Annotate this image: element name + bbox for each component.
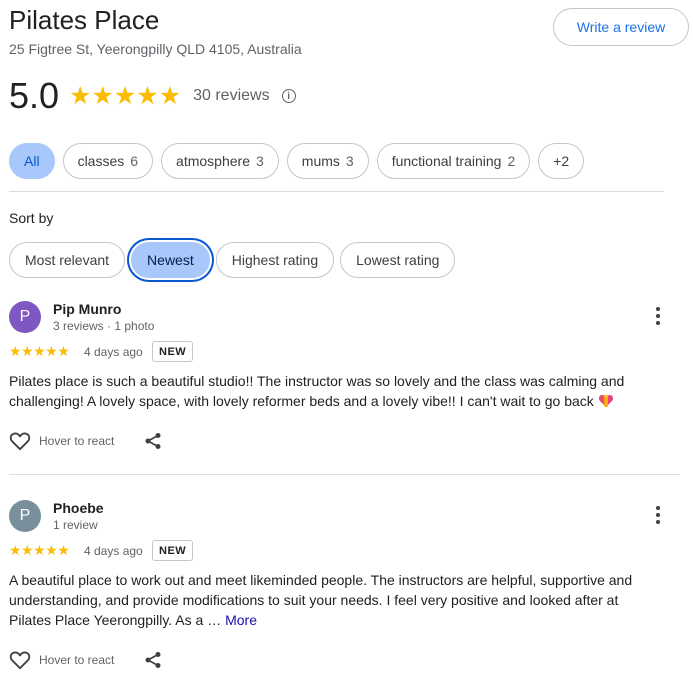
avatar[interactable]: P <box>9 500 41 532</box>
average-rating: 5.0 <box>9 75 60 116</box>
review-text: A beautiful place to work out and meet l… <box>9 570 649 630</box>
sort-newest-button[interactable]: Newest <box>131 242 210 278</box>
topic-chip-count: 6 <box>130 153 139 169</box>
topic-chip-atmosphere[interactable]: atmosphere 3 <box>161 143 279 179</box>
place-title: Pilates Place <box>9 5 160 35</box>
sort-lowest-rating-button[interactable]: Lowest rating <box>340 242 456 278</box>
info-icon[interactable]: i <box>281 89 296 103</box>
reviewer-meta: 1 review <box>53 518 98 532</box>
rating-stars: ★★★★★ <box>69 82 182 110</box>
topic-chip-label: +2 <box>553 153 570 169</box>
heart-gift-emoji-icon <box>598 395 613 407</box>
topic-chips: All classes 6 atmosphere 3 mums 3 functi… <box>9 143 585 179</box>
topic-chip-classes[interactable]: classes 6 <box>62 143 154 179</box>
reviewer-meta: 3 reviews · 1 photo <box>53 319 155 333</box>
heart-icon[interactable] <box>9 650 31 670</box>
react-label[interactable]: Hover to react <box>39 434 114 448</box>
review-date: 4 days ago <box>84 345 143 359</box>
topic-chip-label: All <box>24 153 40 169</box>
sort-label: Sort by <box>9 210 54 226</box>
rating-summary: 5.0 ★★★★★ 30 reviews i <box>9 75 296 116</box>
review-text: Pilates place is such a beautiful studio… <box>9 371 649 411</box>
new-badge: NEW <box>152 341 194 362</box>
topic-chip-all[interactable]: All <box>9 143 55 179</box>
topic-chip-functional-training[interactable]: functional training 2 <box>376 143 531 179</box>
review-count[interactable]: 30 reviews <box>193 87 269 105</box>
review-stars: ★★★★★ <box>9 542 70 558</box>
divider <box>9 191 664 192</box>
more-link[interactable]: More <box>225 612 257 628</box>
review-text-body: Pilates place is such a beautiful studio… <box>9 373 625 409</box>
sort-options: Most relevant Newest Highest rating Lowe… <box>9 242 456 278</box>
topic-chip-count: 2 <box>507 153 516 169</box>
review-text-body: A beautiful place to work out and meet l… <box>9 572 633 628</box>
place-address: 25 Figtree St, Yeerongpilly QLD 4105, Au… <box>9 41 302 57</box>
reviewer-name[interactable]: Phoebe <box>53 500 104 516</box>
topic-chip-label: mums <box>301 153 340 169</box>
reviewer-name[interactable]: Pip Munro <box>53 301 121 317</box>
sort-most-relevant-button[interactable]: Most relevant <box>9 242 126 278</box>
topic-chip-mums[interactable]: mums 3 <box>286 143 369 179</box>
more-options-icon[interactable] <box>655 307 661 325</box>
review-card: P Pip Munro 3 reviews · 1 photo ★★★★★ 4 … <box>9 301 681 461</box>
review-actions: Hover to react <box>9 650 162 670</box>
react-label[interactable]: Hover to react <box>39 653 114 667</box>
new-badge: NEW <box>152 540 194 561</box>
review-actions: Hover to react <box>9 431 162 451</box>
review-card: P Phoebe 1 review ★★★★★ 4 days ago NEW A… <box>9 500 681 680</box>
review-date: 4 days ago <box>84 544 143 558</box>
topic-chip-count: 3 <box>255 153 264 169</box>
review-stars: ★★★★★ <box>9 343 70 359</box>
sort-highest-rating-button[interactable]: Highest rating <box>215 242 335 278</box>
topic-chip-more[interactable]: +2 <box>538 143 585 179</box>
write-review-button[interactable]: Write a review <box>553 8 689 46</box>
topic-chip-label: functional training <box>391 153 502 169</box>
more-options-icon[interactable] <box>655 506 661 524</box>
divider <box>9 474 680 475</box>
heart-icon[interactable] <box>9 431 31 451</box>
avatar[interactable]: P <box>9 301 41 333</box>
topic-chip-label: classes <box>77 153 125 169</box>
share-icon[interactable] <box>144 432 162 450</box>
share-icon[interactable] <box>144 651 162 669</box>
topic-chip-label: atmosphere <box>176 153 250 169</box>
topic-chip-count: 3 <box>345 153 354 169</box>
